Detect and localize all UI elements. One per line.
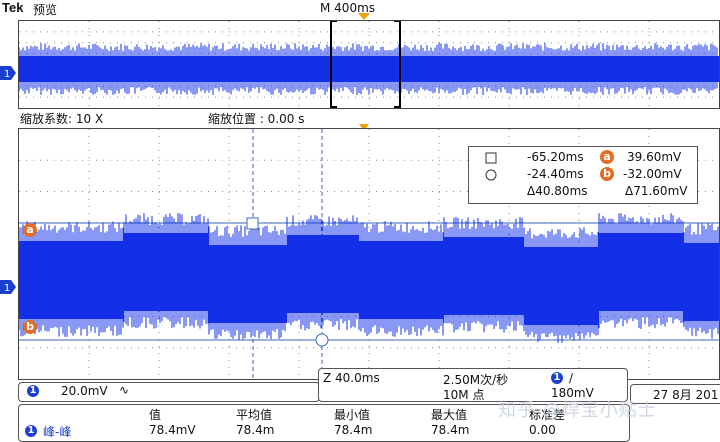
measurement-mean: 78.4m: [236, 423, 275, 437]
cursor-a-badge: a: [600, 150, 614, 164]
channel-scale-bar[interactable]: 1 20.0mV ∿: [18, 382, 320, 402]
header-min: 最小值: [334, 408, 371, 422]
channel-scale: 20.0mV: [61, 384, 108, 398]
watermark: 知乎 @焊宝小贴士: [498, 400, 657, 421]
zoom-time: Z 40.0ms: [323, 371, 380, 385]
square-cursor-icon: [485, 152, 497, 164]
delta-time: Δ40.80ms: [527, 184, 588, 198]
cursor-a-value: 39.60mV: [627, 150, 682, 164]
brand-logo: Tek: [2, 0, 24, 15]
measurement-max: 78.4m: [431, 423, 470, 437]
coupling-icon: ∿: [119, 383, 130, 397]
cursor-readout: -65.20ms a 39.60mV -24.40ms b -32.00mV Δ…: [468, 146, 698, 204]
zoom-factor: 缩放系数: 10 X: [20, 112, 104, 126]
channel-1-marker-icon: 1: [0, 66, 16, 80]
measurement-name: 峰-峰: [43, 425, 72, 439]
cursor-a-marker[interactable]: a: [23, 223, 37, 237]
cursor-b-value: -32.00mV: [623, 167, 682, 181]
svg-text:1: 1: [4, 283, 10, 294]
circle-cursor-time: -24.40ms: [527, 167, 584, 181]
measurement-channel-badge: 1: [25, 425, 37, 437]
measurement-stddev: 0.00: [529, 423, 556, 437]
channel-1-zoom-marker-icon: 1: [0, 280, 16, 294]
header-mean: 平均值: [236, 408, 273, 422]
trigger-channel-badge: 1: [551, 372, 563, 384]
overview-waveform-panel[interactable]: [18, 20, 720, 109]
measurement-value: 78.4mV: [149, 423, 196, 437]
header-value: 值: [149, 408, 162, 422]
measurement-min: 78.4m: [334, 423, 373, 437]
overview-graticule: [18, 20, 719, 108]
cursor-b-marker[interactable]: b: [23, 320, 37, 334]
trigger-slope-icon: ∕: [569, 371, 574, 385]
svg-text:1: 1: [4, 69, 10, 80]
channel-badge: 1: [27, 385, 39, 397]
header-max: 最大值: [431, 408, 468, 422]
cursor-b-badge: b: [600, 167, 614, 181]
mode-label: 预览: [33, 3, 58, 17]
circle-cursor-icon: [485, 169, 497, 181]
zoom-position: 缩放位置 : 0.00 s: [208, 112, 305, 126]
square-cursor-time: -65.20ms: [527, 150, 584, 164]
record-length: 10M 点: [443, 388, 485, 402]
date-text: 27 8月 201: [653, 388, 719, 402]
delta-value: Δ71.60mV: [625, 184, 688, 198]
